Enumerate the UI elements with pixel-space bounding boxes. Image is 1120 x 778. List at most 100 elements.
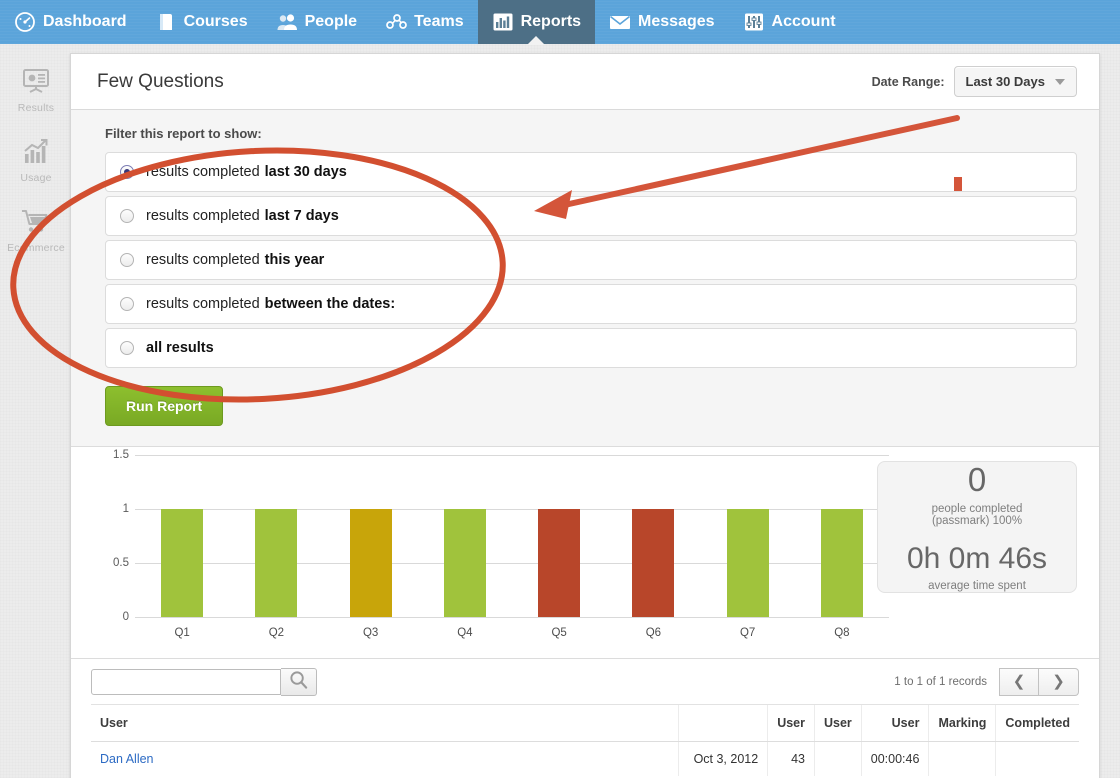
date-range-value: Last 30 Days — [965, 74, 1046, 89]
nav-item-reports[interactable]: Reports — [477, 0, 596, 44]
x-axis-tick: Q8 — [834, 627, 850, 639]
bar-slot — [512, 455, 606, 617]
filter-option-strong: between the dates: — [264, 296, 396, 312]
column-header-blank[interactable] — [677, 705, 768, 742]
x-axis-tick: Q7 — [739, 627, 756, 639]
radio-icon[interactable] — [120, 253, 134, 267]
filter-option-strong: last 30 days — [264, 164, 347, 180]
nav-item-account[interactable]: Account — [729, 0, 850, 44]
search-button[interactable] — [281, 667, 317, 696]
filter-option-last-7-days[interactable]: results completed last 7 days — [105, 196, 1077, 236]
page-title: Few Questions — [97, 70, 224, 92]
bar-group — [135, 455, 889, 617]
column-header-user-3[interactable]: User — [813, 705, 862, 742]
column-header-completed[interactable]: Completed — [995, 705, 1079, 742]
chevron-down-icon — [1055, 78, 1065, 85]
top-navigation-bar: Dashboard Courses People Teams Reports M… — [0, 0, 1120, 44]
card-header: Few Questions Date Range: Last 30 Days — [71, 54, 1099, 110]
filter-option-strong: last 7 days — [264, 208, 339, 224]
cell-blank — [813, 741, 862, 776]
filter-heading: Filter this report to show: — [105, 126, 262, 141]
bar-slot — [229, 455, 323, 617]
teams-icon — [385, 11, 407, 33]
sidebar-item-label: Results — [17, 102, 55, 114]
filter-option-strong: all results — [146, 340, 214, 356]
nav-item-people[interactable]: People — [262, 0, 371, 44]
nav-item-teams[interactable]: Teams — [371, 0, 478, 44]
results-table: User User User User Marking Completed Da… — [91, 705, 1079, 776]
cell-marking — [928, 741, 996, 776]
nav-label: Account — [771, 13, 836, 30]
next-page-button[interactable]: ❯ — [1039, 667, 1079, 696]
x-axis-tick: Q4 — [457, 627, 473, 639]
records-count-text: 1 to 1 of 1 records — [894, 675, 987, 688]
bar-q8 — [820, 509, 863, 617]
sliders-icon — [743, 11, 765, 33]
sidebar-item-results[interactable]: Results — [0, 66, 72, 114]
results-table-section: 1 to 1 of 1 records ❮ ❯ User User User U… — [71, 659, 1099, 776]
radio-icon[interactable] — [120, 165, 134, 179]
filter-option-all-results[interactable]: all results — [105, 328, 1077, 368]
column-header-user[interactable]: User — [91, 705, 679, 742]
nav-item-messages[interactable]: Messages — [595, 0, 729, 44]
column-header-user-4[interactable]: User — [860, 705, 929, 742]
chevron-right-icon: ❯ — [1052, 673, 1065, 690]
radio-icon[interactable] — [120, 341, 134, 355]
people-completed-caption: people completed — [931, 502, 1023, 515]
prev-page-button[interactable]: ❮ — [999, 667, 1039, 696]
nav-item-courses[interactable]: Courses — [141, 0, 262, 44]
dashboard-gauge-icon — [14, 11, 36, 33]
y-axis-tick: 0.5 — [113, 557, 129, 569]
search-input[interactable] — [91, 668, 281, 695]
y-axis-tick: 1 — [122, 503, 129, 515]
shopping-cart-icon — [19, 206, 53, 238]
sidebar-item-ecommerce[interactable]: Ecommerce — [0, 206, 72, 254]
people-icon — [276, 11, 298, 33]
nav-label: Messages — [638, 13, 715, 30]
summary-stats-box: 0 people completed (passmark) 100% 0h 0m… — [877, 461, 1077, 593]
cell-completed — [995, 741, 1079, 776]
nav-label: People — [304, 13, 358, 30]
trend-up-bars-icon — [19, 136, 53, 168]
left-sidebar: Results Usage Ecommerce — [0, 44, 72, 778]
x-axis-tick: Q6 — [645, 627, 662, 639]
table-head: User User User User Marking Completed — [91, 705, 1079, 742]
date-range-label: Date Range: — [871, 74, 945, 89]
bar-q5 — [538, 509, 581, 617]
nav-label: Courses — [183, 13, 248, 30]
x-axis-tick: Q2 — [268, 627, 285, 639]
bar-slot — [795, 455, 889, 617]
filter-option-strong: this year — [264, 252, 325, 268]
table-row: Dan Allen Oct 3, 2012 43 00:00:46 — [91, 741, 1079, 776]
filter-option-this-year[interactable]: results completed this year — [105, 240, 1077, 280]
bar-q1 — [161, 509, 204, 617]
radio-icon[interactable] — [120, 297, 134, 311]
user-link[interactable]: Dan Allen — [100, 752, 154, 766]
table-toolbar: 1 to 1 of 1 records ❮ ❯ — [91, 659, 1079, 705]
column-header-user-2[interactable]: User — [767, 705, 815, 742]
filter-option-lead: results completed — [146, 296, 260, 312]
run-report-button[interactable]: Run Report — [105, 386, 224, 426]
average-time-caption: average time spent — [928, 579, 1026, 592]
passmark-caption: (passmark) 100% — [931, 514, 1023, 527]
filter-option-lead: results completed — [146, 208, 260, 224]
chart-area: 1.5 1 0.5 0 Q1 Q2 Q3 Q4 Q5 Q6 Q7 Q8 0 pe… — [71, 447, 1099, 659]
gridline — [135, 617, 889, 618]
filter-option-between-dates[interactable]: results completed between the dates: — [105, 284, 1077, 324]
column-header-marking[interactable]: Marking — [928, 705, 996, 742]
nav-label: Reports — [520, 13, 582, 30]
sidebar-item-usage[interactable]: Usage — [0, 136, 72, 184]
date-range-select[interactable]: Last 30 Days — [953, 66, 1077, 97]
average-time-value: 0h 0m 46s — [906, 541, 1048, 575]
cell-date: Oct 3, 2012 — [677, 741, 768, 776]
cell-duration: 00:00:46 — [860, 741, 929, 776]
cell-score: 43 — [767, 741, 815, 776]
filter-option-last-30-days[interactable]: results completed last 30 days — [105, 152, 1077, 192]
radio-icon[interactable] — [120, 209, 134, 223]
filter-section: Filter this report to show: results comp… — [71, 110, 1099, 447]
x-axis-labels: Q1 Q2 Q3 Q4 Q5 Q6 Q7 Q8 — [135, 627, 889, 639]
bar-slot — [324, 455, 418, 617]
nav-item-dashboard[interactable]: Dashboard — [0, 0, 141, 44]
bar-q3 — [349, 509, 392, 617]
book-icon — [155, 11, 177, 33]
